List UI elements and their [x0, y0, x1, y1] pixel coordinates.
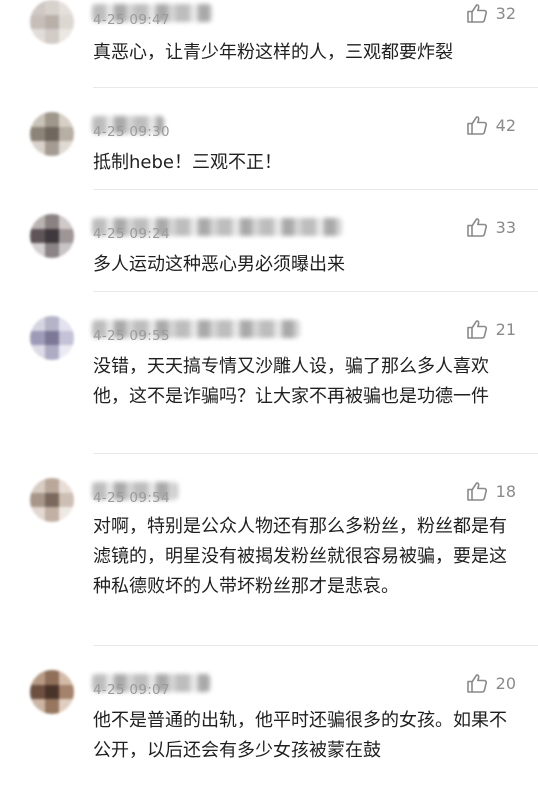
comment-timestamp: 4-25 09:24 [93, 226, 170, 242]
avatar[interactable] [30, 112, 74, 156]
avatar[interactable] [30, 214, 74, 258]
comment-item: 21 4-25 09:55 没错，天天搞专情又沙雕人设，骗了那么多人喜欢他，这不… [0, 292, 538, 454]
thumbs-up-icon [466, 480, 490, 502]
comment-text: 多人运动这种恶心男必须曝出来 [93, 254, 345, 275]
like-button[interactable]: 32 [466, 2, 516, 24]
like-count: 42 [495, 115, 516, 135]
like-button[interactable]: 21 [466, 318, 516, 340]
like-count: 21 [495, 319, 516, 339]
comment-timestamp: 4-25 09:07 [93, 682, 170, 698]
avatar[interactable] [30, 0, 74, 44]
comment-item: 42 4-25 09:30 抵制hebe！三观不正！ [0, 88, 538, 190]
like-button[interactable]: 20 [466, 672, 516, 694]
thumbs-up-icon [466, 318, 490, 340]
comment-text: 对啊，特别是公众人物还有那么多粉丝，粉丝都是有滤镜的，明星没有被揭发粉丝就很容易… [93, 516, 507, 597]
comment-timestamp: 4-25 09:30 [93, 124, 170, 140]
like-button[interactable]: 42 [466, 114, 516, 136]
comment-item: 18 4-25 09:54 对啊，特别是公众人物还有那么多粉丝，粉丝都是有滤镜的… [0, 454, 538, 646]
comment-item: 32 4-25 09:47 真恶心，让青少年粉这样的人，三观都要炸裂 [0, 0, 538, 88]
like-button[interactable]: 18 [466, 480, 516, 502]
comment-text: 他不是普通的出轨，他平时还骗很多的女孩。如果不公开，以后还会有多少女孩被蒙在鼓 [93, 710, 507, 761]
like-count: 20 [495, 673, 516, 693]
thumbs-up-icon [466, 216, 490, 238]
comment-timestamp: 4-25 09:54 [93, 490, 170, 506]
like-count: 18 [495, 481, 516, 501]
comment-text: 没错，天天搞专情又沙雕人设，骗了那么多人喜欢他，这不是诈骗吗？让大家不再被骗也是… [93, 356, 489, 407]
avatar[interactable] [30, 670, 74, 714]
comment-list: 32 4-25 09:47 真恶心，让青少年粉这样的人，三观都要炸裂 42 4-… [0, 0, 538, 786]
like-button[interactable]: 33 [466, 216, 516, 238]
thumbs-up-icon [466, 114, 490, 136]
comment-text: 真恶心，让青少年粉这样的人，三观都要炸裂 [93, 42, 453, 63]
avatar[interactable] [30, 316, 74, 360]
comment-item: 33 4-25 09:24 多人运动这种恶心男必须曝出来 [0, 190, 538, 292]
comment-item: 20 4-25 09:07 他不是普通的出轨，他平时还骗很多的女孩。如果不公开，… [0, 646, 538, 786]
avatar[interactable] [30, 478, 74, 522]
comment-timestamp: 4-25 09:55 [93, 328, 170, 344]
comment-text: 抵制hebe！三观不正！ [93, 152, 282, 173]
thumbs-up-icon [466, 2, 490, 24]
like-count: 32 [495, 3, 516, 23]
thumbs-up-icon [466, 672, 490, 694]
comment-timestamp: 4-25 09:47 [93, 12, 170, 28]
like-count: 33 [495, 217, 516, 237]
